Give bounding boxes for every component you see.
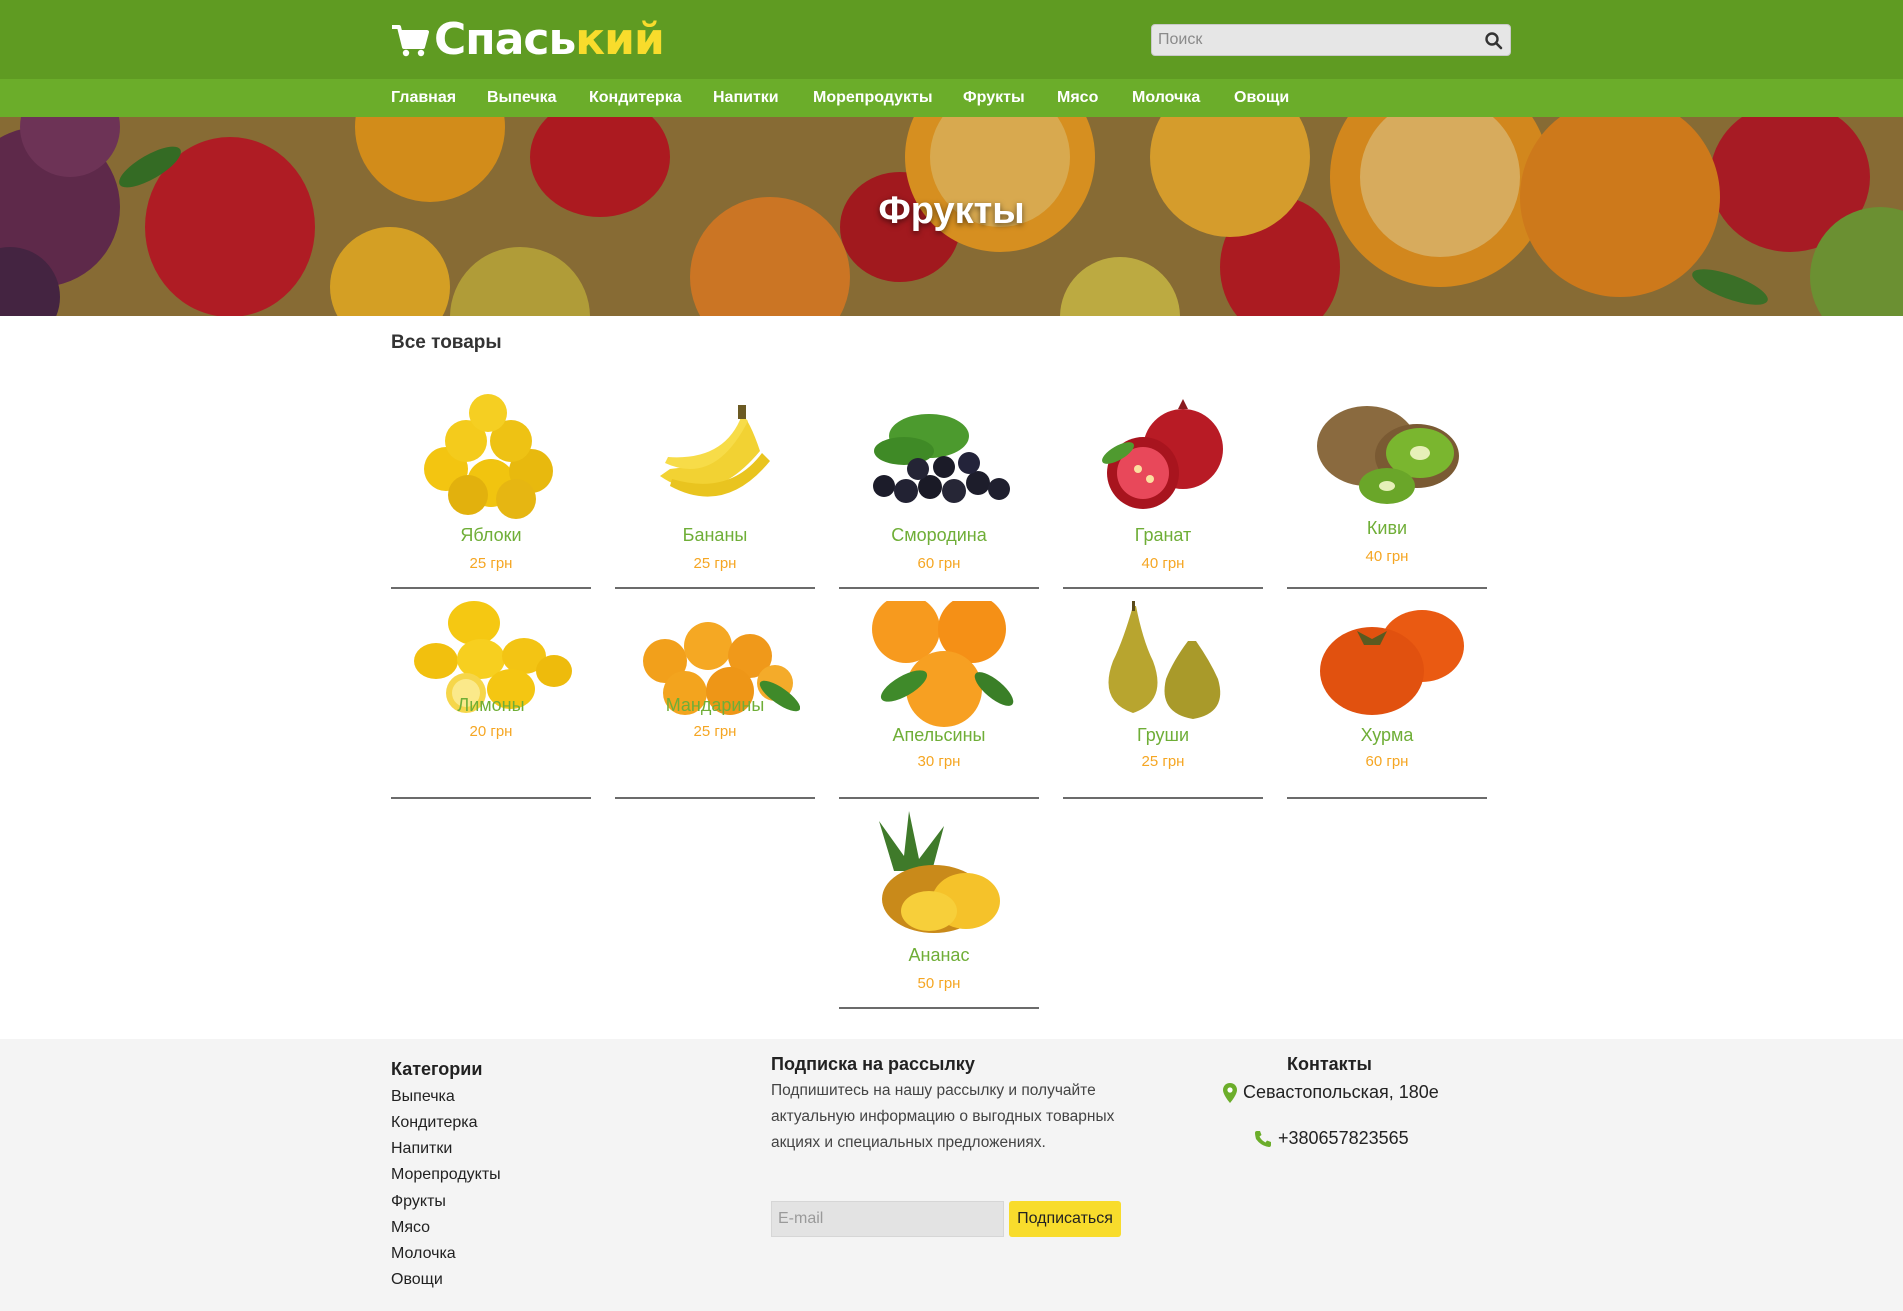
nav-item-confectionery[interactable]: Кондитерка (589, 79, 682, 117)
search-icon[interactable] (1484, 31, 1504, 51)
product-card-kiwi[interactable]: Киви 40 грн (1287, 385, 1487, 589)
nav-item-vegetables[interactable]: Овощи (1234, 79, 1289, 117)
footer-link-drinks[interactable]: Напитки (391, 1140, 452, 1158)
footer-link-confectionery[interactable]: Кондитерка (391, 1114, 478, 1132)
product-card-persimmon[interactable]: Хурма 60 грн (1287, 595, 1487, 799)
nav-item-seafood[interactable]: Морепродукты (813, 79, 933, 117)
search-input[interactable] (1158, 25, 1476, 55)
product-price: 25 грн (693, 555, 737, 572)
product-price: 50 грн (917, 975, 961, 992)
footer-link-fruits[interactable]: Фрукты (391, 1193, 446, 1211)
product-name[interactable]: Бананы (615, 525, 815, 546)
product-name[interactable]: Груши (1063, 725, 1263, 746)
product-card-bananas[interactable]: Бананы 25 грн (615, 385, 815, 589)
product-price: 20 грн (469, 723, 513, 740)
product-price: 60 грн (1365, 753, 1409, 770)
contact-address-text: Севастопольская, 180е (1243, 1082, 1439, 1102)
product-price: 25 грн (1141, 753, 1185, 770)
nav-item-meat[interactable]: Мясо (1057, 79, 1098, 117)
logo[interactable]: Спаський (390, 14, 665, 66)
currant-icon (873, 414, 1010, 503)
footer-link-dairy[interactable]: Молочка (391, 1245, 456, 1263)
footer-subscribe-text: Подпишитесь на нашу рассылку и получайте… (771, 1082, 1115, 1151)
nav-item-bakery[interactable]: Выпечка (487, 79, 557, 117)
product-card-lemons[interactable]: Лимоны 20 грн (391, 595, 591, 799)
product-price: 25 грн (469, 555, 513, 572)
product-name[interactable]: Смородина (839, 525, 1039, 546)
search-box (1151, 24, 1511, 56)
persimmon-icon (1320, 610, 1464, 715)
product-name[interactable]: Апельсины (839, 725, 1039, 746)
footer-link-seafood[interactable]: Морепродукты (391, 1166, 501, 1184)
contact-phone: +380657823565 (1254, 1128, 1409, 1149)
product-name[interactable]: Хурма (1287, 725, 1487, 746)
logo-text: Спаський (434, 14, 665, 66)
page-title: Фрукты (878, 190, 1025, 232)
logo-text-part2: кий (575, 14, 665, 65)
oranges-icon (872, 601, 1014, 727)
product-price: 40 грн (1141, 555, 1185, 572)
product-card-pomegranate[interactable]: Гранат 40 грн (1063, 385, 1263, 589)
pineapple-icon (879, 811, 1000, 933)
cart-icon (392, 25, 429, 57)
product-price: 40 грн (1365, 548, 1409, 565)
nav-item-home[interactable]: Главная (391, 79, 456, 117)
product-price: 30 грн (917, 753, 961, 770)
product-name[interactable]: Киви (1287, 518, 1487, 539)
product-name[interactable]: Яблоки (391, 525, 591, 546)
footer-link-bakery[interactable]: Выпечка (391, 1088, 455, 1106)
phone-icon (1255, 1130, 1271, 1147)
pomegranate-icon (1102, 399, 1223, 509)
main-nav: Главная Выпечка Кондитерка Напитки Мореп… (0, 79, 1903, 117)
bananas-icon (660, 405, 770, 497)
footer-contacts-title: Контакты (1287, 1054, 1372, 1074)
footer-link-meat[interactable]: Мясо (391, 1219, 430, 1237)
nav-item-drinks[interactable]: Напитки (713, 79, 779, 117)
footer-subscribe-title: Подписка на рассылку (771, 1054, 975, 1074)
kiwi-icon (1317, 406, 1459, 504)
product-name[interactable]: Гранат (1063, 525, 1263, 546)
logo-text-part1: Спась (434, 14, 576, 65)
site-header: Спаський (0, 0, 1903, 79)
contact-phone-text[interactable]: +380657823565 (1278, 1128, 1409, 1149)
subscribe-button[interactable]: Подписаться (1009, 1201, 1121, 1237)
product-name[interactable]: Ананас (839, 945, 1039, 966)
product-card-oranges[interactable]: Апельсины 30 грн (839, 595, 1039, 799)
section-title: Все товары (391, 332, 502, 353)
product-price: 25 грн (693, 723, 737, 740)
product-card-currant[interactable]: Смородина 60 грн (839, 385, 1039, 589)
product-price: 60 грн (917, 555, 961, 572)
apples-icon (424, 394, 553, 519)
map-marker-icon (1223, 1082, 1237, 1103)
product-card-apples[interactable]: Яблоки 25 грн (391, 385, 591, 589)
product-grid: Яблоки 25 грн Бананы 25 грн Смородина 60… (391, 385, 1511, 1015)
product-card-mandarins[interactable]: Мандарины 25 грн (615, 595, 815, 799)
product-card-pears[interactable]: Груши 25 грн (1063, 595, 1263, 799)
product-name[interactable]: Мандарины (615, 695, 815, 716)
nav-item-dairy[interactable]: Молочка (1132, 79, 1200, 117)
nav-item-fruits[interactable]: Фрукты (963, 79, 1025, 117)
product-name[interactable]: Лимоны (391, 695, 591, 716)
contact-address: Севастопольская, 180е (1223, 1082, 1439, 1103)
product-card-pineapple[interactable]: Ананас 50 грн (839, 805, 1039, 1009)
hero-banner: Фрукты (0, 117, 1903, 316)
pears-icon (1108, 601, 1221, 719)
email-field[interactable] (771, 1201, 1004, 1237)
footer-link-vegetables[interactable]: Овощи (391, 1271, 443, 1289)
footer-categories-title: Категории (391, 1059, 483, 1079)
